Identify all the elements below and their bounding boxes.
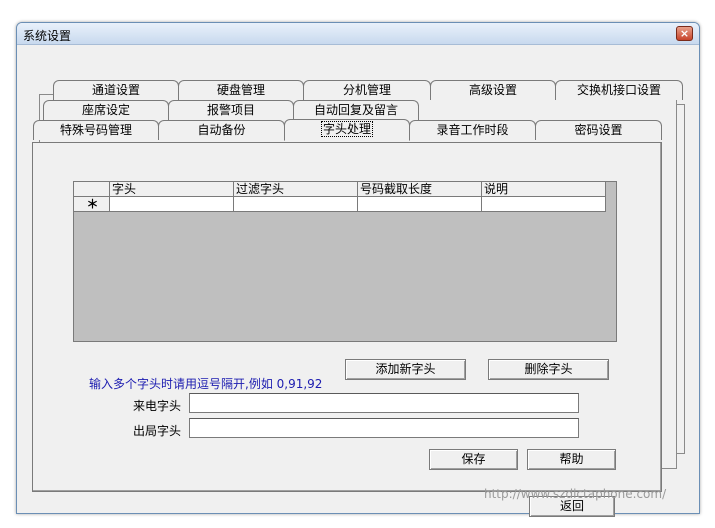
watermark-url: http://www.szdictaphone.com/: [484, 487, 667, 501]
tab-switch-interface[interactable]: 交换机接口设置: [555, 80, 683, 100]
tab-password-settings[interactable]: 密码设置: [535, 120, 662, 140]
close-button[interactable]: ×: [676, 26, 693, 41]
tab-recording-schedule[interactable]: 录音工作时段: [409, 120, 536, 140]
table-row[interactable]: ＊: [74, 197, 606, 212]
help-button[interactable]: 帮助: [527, 449, 616, 470]
delete-prefix-button[interactable]: 删除字头: [488, 359, 609, 380]
grid-header: 字头 过滤字头 号码截取长度 说明: [74, 182, 606, 197]
prefix-grid[interactable]: 字头 过滤字头 号码截取长度 说明 ＊: [73, 181, 617, 342]
close-icon: ×: [679, 27, 690, 40]
tab-special-numbers[interactable]: 特殊号码管理: [33, 120, 159, 140]
tab-channel-settings[interactable]: 通道设置: [53, 80, 179, 100]
settings-window: 系统设置 × 通道设置 硬盘管理 分机管理 高级设置 交换机接口设置 座席设定 …: [16, 22, 700, 517]
col-prefix[interactable]: 字头: [110, 182, 234, 196]
input-hint: 输入多个字头时请用逗号隔开,例如 0,91,92: [89, 377, 323, 391]
tab-extension-management[interactable]: 分机管理: [303, 80, 431, 100]
window-title: 系统设置: [23, 29, 72, 43]
tab-seat-settings[interactable]: 座席设定: [43, 100, 169, 120]
grid-cell[interactable]: [110, 197, 234, 211]
incoming-prefix-label: 来电字头: [132, 399, 181, 413]
save-button[interactable]: 保存: [429, 449, 518, 470]
tab-auto-backup[interactable]: 自动备份: [158, 120, 285, 140]
tab-prefix-processing[interactable]: 字头处理: [284, 119, 410, 141]
tab-disk-management[interactable]: 硬盘管理: [178, 80, 304, 100]
tab-advanced-settings[interactable]: 高级设置: [430, 80, 556, 100]
outgoing-prefix-input[interactable]: [189, 418, 579, 438]
col-filter-prefix[interactable]: 过滤字头: [234, 182, 358, 196]
col-number-length[interactable]: 号码截取长度: [358, 182, 482, 196]
col-description[interactable]: 说明: [482, 182, 606, 196]
grid-cell[interactable]: [234, 197, 358, 211]
incoming-prefix-input[interactable]: [189, 393, 579, 413]
outgoing-prefix-label: 出局字头: [132, 424, 181, 438]
tab-auto-reply[interactable]: 自动回复及留言: [293, 100, 419, 120]
grid-cell[interactable]: [482, 197, 606, 211]
new-row-indicator: ＊: [74, 197, 110, 211]
grid-corner: [74, 182, 110, 196]
add-prefix-button[interactable]: 添加新字头: [345, 359, 466, 380]
title-bar[interactable]: 系统设置 ×: [17, 23, 699, 45]
prefix-processing-panel: 字头 过滤字头 号码截取长度 说明 ＊ 添加新字头 删除字头 输入多个字头时请用…: [32, 142, 662, 492]
tab-alarm-items[interactable]: 报警项目: [168, 100, 294, 120]
window-client: 通道设置 硬盘管理 分机管理 高级设置 交换机接口设置 座席设定 报警项目 自动…: [17, 46, 699, 517]
grid-cell[interactable]: [358, 197, 482, 211]
